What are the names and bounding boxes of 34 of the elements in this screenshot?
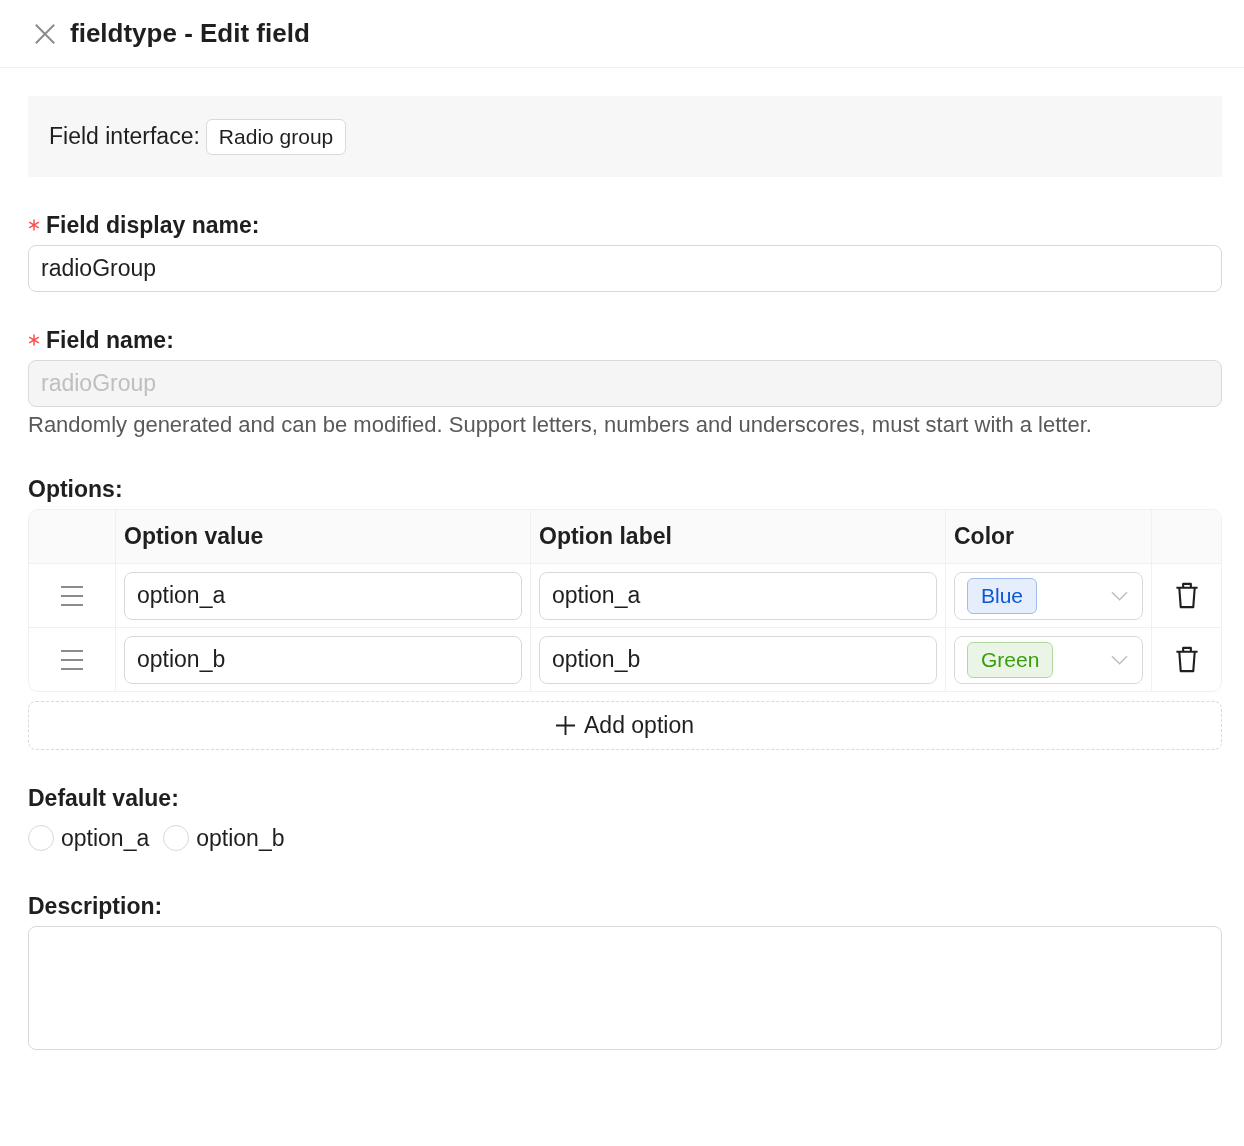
option-label-field[interactable]: option_a bbox=[539, 571, 937, 620]
hamburger-icon[interactable] bbox=[61, 649, 83, 670]
trash-icon[interactable] bbox=[1174, 582, 1199, 609]
chevron-down-icon bbox=[1111, 590, 1128, 601]
radio-label[interactable]: option_a bbox=[61, 824, 150, 852]
column-header: Option value bbox=[124, 523, 264, 550]
field-label: Field name: bbox=[46, 326, 174, 354]
field-label: Default value: bbox=[28, 784, 179, 812]
option-value-field[interactable]: option_a bbox=[124, 571, 522, 620]
hamburger-icon[interactable] bbox=[61, 585, 83, 606]
column-header: Color bbox=[954, 523, 1015, 550]
option-value-field[interactable]: option_b bbox=[124, 635, 522, 684]
field-label: Field display name: bbox=[46, 211, 260, 239]
color-tag: Blue bbox=[967, 577, 1038, 614]
radio-button[interactable] bbox=[28, 825, 54, 851]
field-interface-label: Field interface: bbox=[49, 123, 200, 150]
dialog-title: fieldtype - Edit field bbox=[70, 18, 310, 49]
chevron-down-icon bbox=[1111, 654, 1128, 665]
color-tag: Green bbox=[967, 641, 1054, 678]
field-label: Options: bbox=[28, 475, 123, 503]
color-select[interactable]: Blue bbox=[954, 571, 1143, 620]
close-icon[interactable] bbox=[34, 22, 56, 45]
description-field[interactable] bbox=[28, 926, 1222, 1050]
option-label-field[interactable]: option_b bbox=[539, 635, 937, 684]
help-text: Randomly generated and can be modified. Support letters, numbers and underscores, must start with a letter. bbox=[28, 411, 1093, 439]
field-interface-tag: Radio group bbox=[205, 118, 347, 155]
add-option-button[interactable]: Add option bbox=[28, 701, 1222, 750]
plus-icon bbox=[556, 716, 575, 735]
radio-button[interactable] bbox=[163, 825, 190, 851]
column-header: Option label bbox=[539, 523, 672, 550]
trash-icon[interactable] bbox=[1174, 646, 1199, 673]
display-name-field[interactable]: radioGroup bbox=[28, 245, 1222, 292]
radio-label[interactable]: option_b bbox=[196, 824, 285, 852]
field-label: Description: bbox=[28, 892, 163, 920]
